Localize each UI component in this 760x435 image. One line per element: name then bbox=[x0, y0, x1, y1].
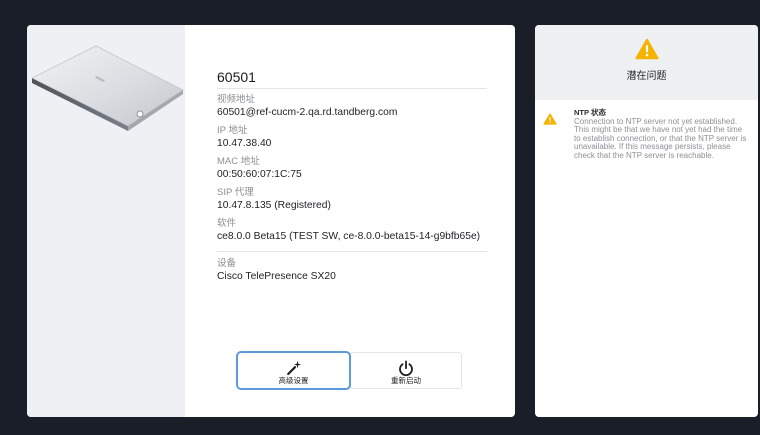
wand-icon bbox=[286, 360, 301, 376]
warning-icon bbox=[635, 38, 659, 60]
field-label: IP 地址 bbox=[217, 125, 248, 136]
issues-card: 潜在问题 NTP 状态 Connection to NTP server not… bbox=[535, 25, 758, 417]
device-model-field: 设备 Cisco TelePresence SX20 bbox=[217, 257, 487, 283]
issue-message-line: check that the NTP server is reachable. bbox=[574, 150, 714, 160]
issue-text: NTP 状态 Connection to NTP server not yet … bbox=[574, 108, 754, 160]
field-label: 软件 bbox=[217, 218, 237, 229]
issue-message: Connection to NTP server not yet establi… bbox=[574, 117, 754, 161]
restart-button[interactable]: 重新启动 bbox=[350, 352, 462, 389]
power-icon bbox=[399, 360, 413, 376]
restart-label: 重新启动 bbox=[391, 376, 421, 385]
video-address-field: 视频地址 60501@ref-cucm-2.qa.rd.tandberg.com bbox=[217, 93, 487, 119]
sip-proxy-field: SIP 代理 10.47.8.135 (Registered) bbox=[217, 186, 487, 212]
device-image bbox=[31, 45, 184, 131]
field-value: 10.47.38.40 bbox=[217, 138, 272, 149]
warning-icon bbox=[543, 113, 557, 125]
device-info: 60501 视频地址 60501@ref-cucm-2.qa.rd.tandbe… bbox=[217, 69, 487, 283]
field-label: 视频地址 bbox=[217, 94, 256, 105]
mac-address-field: MAC 地址 00:50:60:07:1C:75 bbox=[217, 155, 487, 181]
device-number: 60501 bbox=[217, 69, 487, 89]
issues-title: 潜在问题 bbox=[626, 71, 667, 82]
issue-item[interactable]: NTP 状态 Connection to NTP server not yet … bbox=[535, 108, 758, 188]
field-label: 设备 bbox=[217, 258, 237, 269]
software-field: 软件 ce8.0.0 Beta15 (TEST SW, ce-8.0.0-bet… bbox=[217, 217, 487, 243]
device-button-mark bbox=[136, 110, 144, 118]
field-value: ce8.0.0 Beta15 (TEST SW, ce-8.0.0-beta15… bbox=[217, 231, 481, 242]
action-buttons: 高级设置 重新启动 bbox=[237, 352, 462, 389]
advanced-settings-label: 高级设置 bbox=[278, 376, 309, 385]
advanced-settings-button[interactable]: 高级设置 bbox=[237, 352, 350, 389]
field-value: 00:50:60:07:1C:75 bbox=[217, 169, 302, 180]
field-value: Cisco TelePresence SX20 bbox=[217, 271, 336, 282]
device-image-pane bbox=[27, 25, 185, 417]
field-label: SIP 代理 bbox=[217, 187, 254, 198]
field-label: MAC 地址 bbox=[217, 156, 260, 167]
ip-address-field: IP 地址 10.47.38.40 bbox=[217, 124, 487, 150]
field-value: 10.47.8.135 (Registered) bbox=[217, 200, 331, 211]
issues-header: 潜在问题 bbox=[535, 25, 758, 100]
device-details: 视频地址 60501@ref-cucm-2.qa.rd.tandberg.com… bbox=[217, 89, 487, 252]
field-value: 60501@ref-cucm-2.qa.rd.tandberg.com bbox=[217, 107, 398, 118]
device-card: 60501 视频地址 60501@ref-cucm-2.qa.rd.tandbe… bbox=[27, 25, 515, 417]
